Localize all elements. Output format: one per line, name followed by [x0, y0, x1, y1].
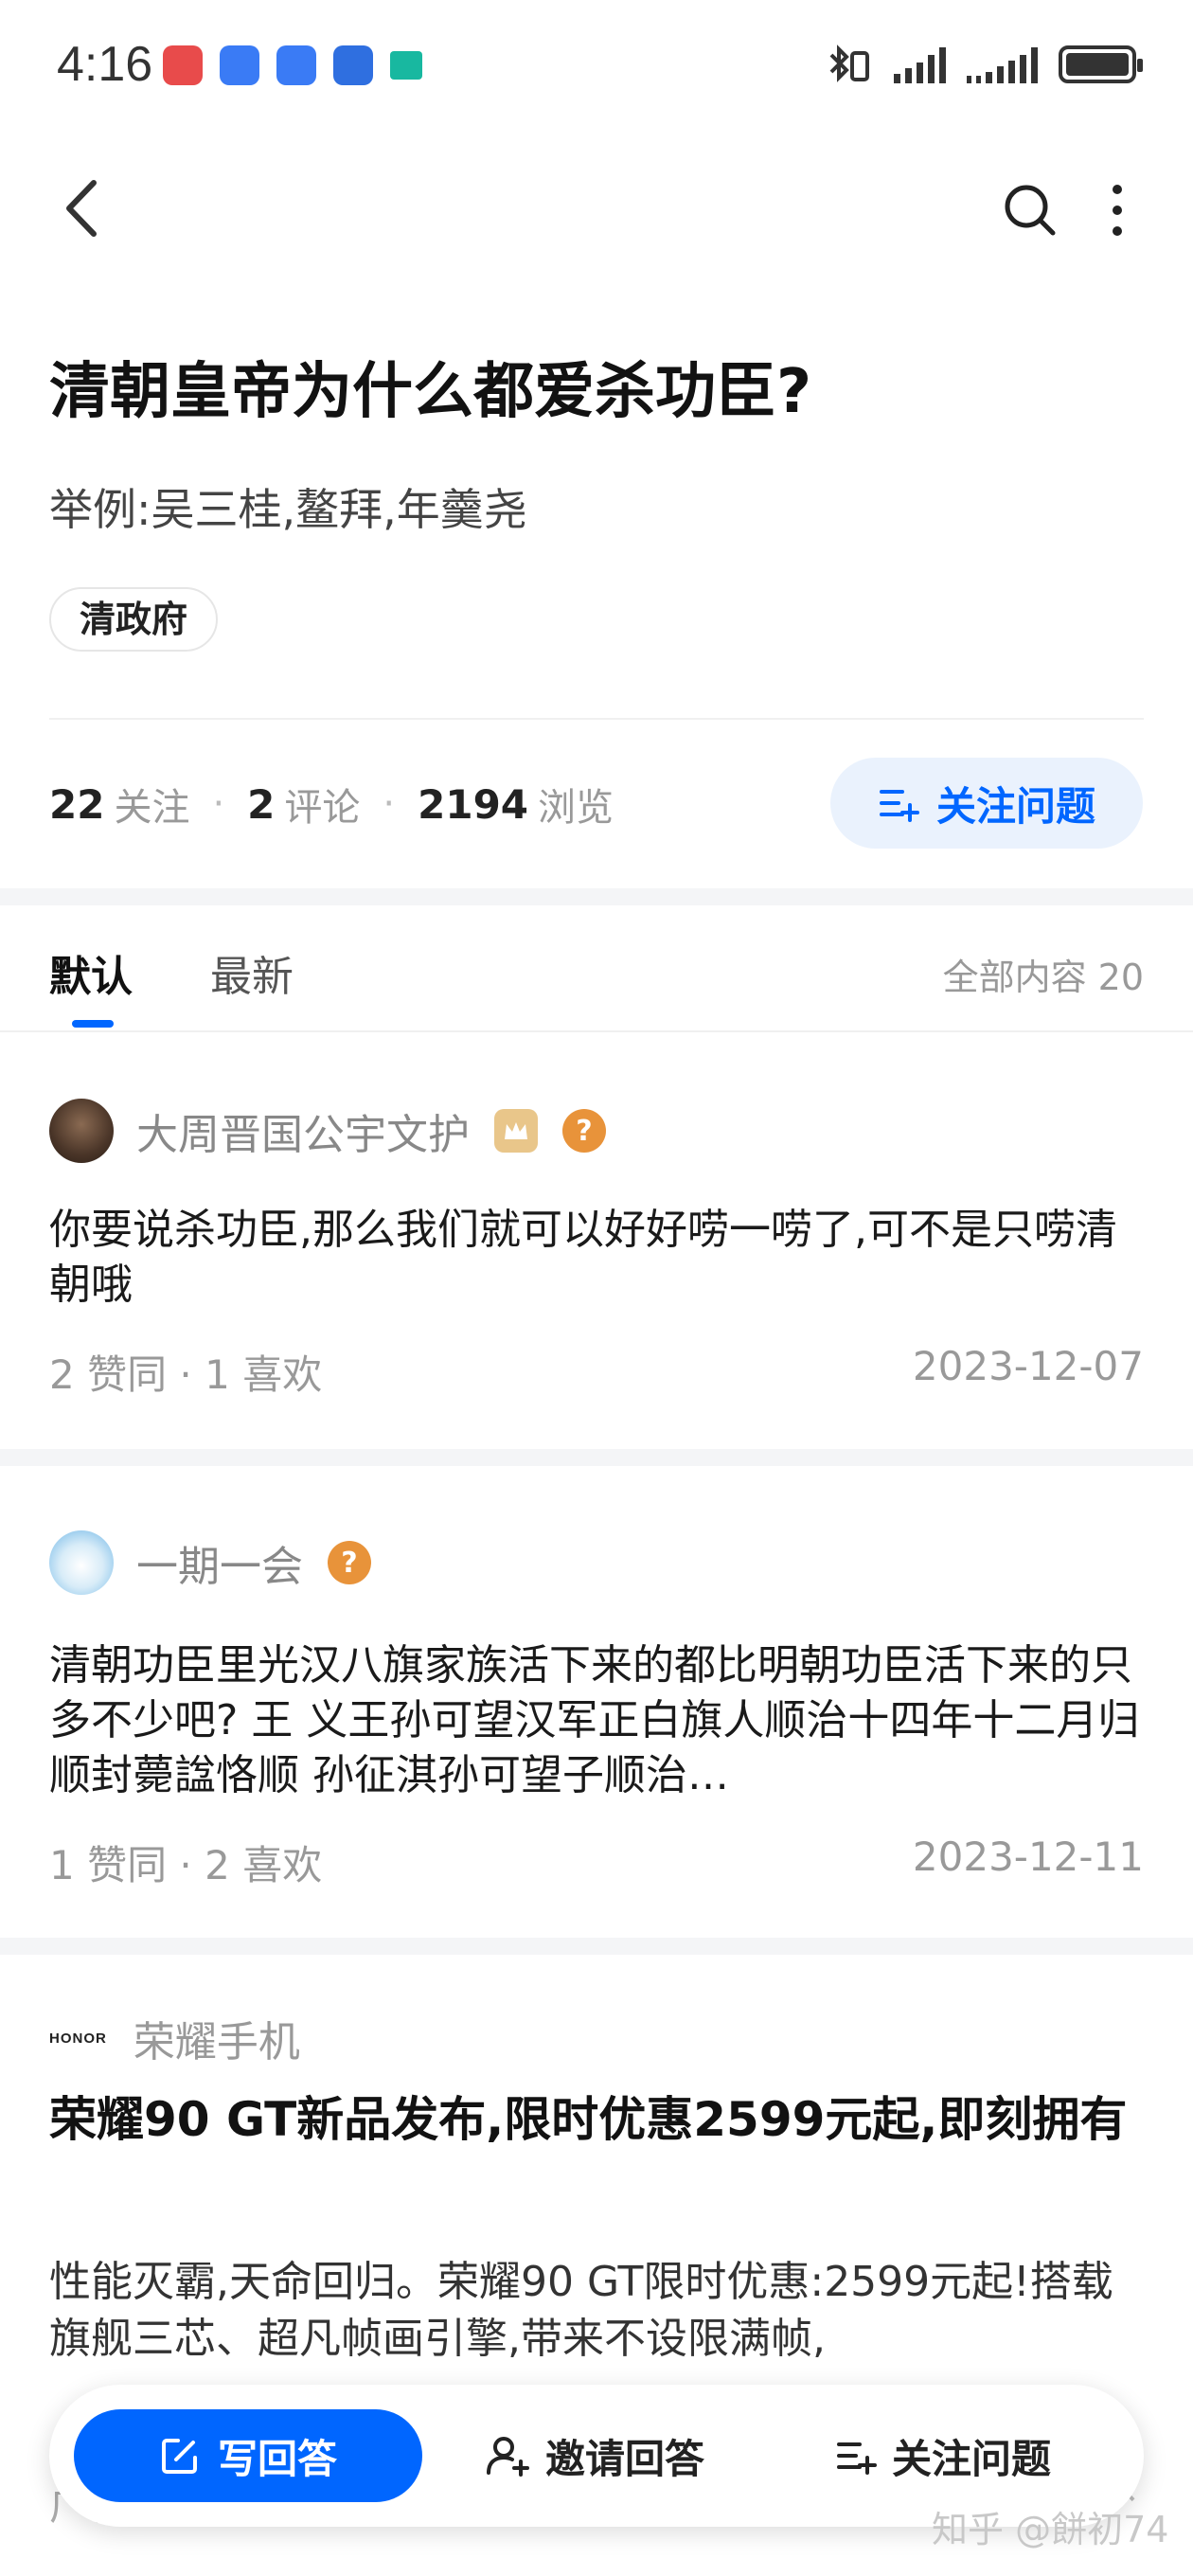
- views-label: 浏览: [538, 786, 614, 830]
- tab-default[interactable]: 默认: [49, 942, 133, 1003]
- flag-app-icon: [390, 51, 422, 80]
- avatar[interactable]: [49, 1530, 114, 1595]
- signal-icon: [894, 45, 946, 83]
- invite-answer-button[interactable]: 邀请回答: [485, 2409, 704, 2502]
- search-icon[interactable]: [1002, 182, 1059, 239]
- tab-latest[interactable]: 最新: [210, 942, 294, 1003]
- follow-list-icon: [879, 790, 919, 822]
- follow-question-label: 关注问题: [935, 782, 1095, 830]
- huawei-app-icon: [163, 45, 203, 85]
- watermark: 知乎 @餅初74: [932, 2509, 1169, 2550]
- author-row: 大周晋国公宇文护 ?: [49, 1099, 606, 1163]
- separator: ·: [212, 782, 225, 826]
- question-mark-badge-icon: ?: [328, 1541, 371, 1584]
- robot-app-icon: [333, 45, 373, 85]
- follow-question-bottom-label: 关注问题: [892, 2435, 1052, 2482]
- ad-title[interactable]: 荣耀90 GT新品发布,限时优惠2599元起,即刻拥有: [49, 2084, 1148, 2156]
- section-gap: [0, 888, 1193, 905]
- follow-question-button[interactable]: 关注问题: [830, 758, 1143, 849]
- tab-indicator: [72, 1020, 114, 1028]
- author-name[interactable]: 一期一会: [136, 1532, 303, 1593]
- section-gap: [0, 1449, 1193, 1466]
- followers-label: 关注: [114, 786, 190, 830]
- follow-question-bottom-button[interactable]: 关注问题: [835, 2409, 1051, 2502]
- author-name[interactable]: 大周晋国公宇文护: [136, 1100, 470, 1161]
- status-bar: 4:16: [0, 0, 1193, 133]
- honor-logo: HONOR: [49, 2030, 107, 2047]
- battery-icon: [1059, 45, 1143, 83]
- question-mark-badge-icon: ?: [562, 1109, 606, 1153]
- question-stats: 22 关注 · 2 评论 · 2194 浏览: [49, 777, 614, 832]
- voice-app-icon: [220, 45, 259, 85]
- notification-icons: [163, 45, 422, 85]
- answer-excerpt[interactable]: 你要说杀功臣,那么我们就可以好好唠一唠了,可不是只唠清朝哦: [49, 1203, 1144, 1315]
- top-navigation: [0, 161, 1193, 256]
- comments-label[interactable]: 评论: [284, 777, 360, 832]
- write-answer-label: 写回答: [217, 2435, 337, 2482]
- topic-tag[interactable]: 清政府: [49, 587, 219, 652]
- crown-badge-icon: [494, 1109, 538, 1153]
- status-time: 4:16: [57, 37, 153, 92]
- follow-list-icon: [837, 2442, 877, 2475]
- answer-excerpt[interactable]: 清朝功臣里光汉八旗家族活下来的都比明朝功臣活下来的只多不少吧? 王 义王孙可望汉…: [49, 1638, 1144, 1805]
- write-answer-button[interactable]: 写回答: [74, 2409, 422, 2502]
- answer-date: 2023-12-11: [912, 1834, 1144, 1880]
- ad-brand-name: 荣耀手机: [133, 2018, 300, 2066]
- answer-meta: 2 赞同 · 1 喜欢: [49, 1351, 323, 1398]
- invite-user-icon: [487, 2437, 529, 2477]
- edit-icon: [161, 2439, 197, 2474]
- avatar[interactable]: [49, 1099, 114, 1163]
- ad-brand-row[interactable]: HONOR 荣耀手机: [49, 2008, 300, 2068]
- views-count: 2194: [418, 780, 529, 828]
- question-detail: 举例:吴三桂,鳌拜,年羹尧: [49, 484, 527, 535]
- back-icon[interactable]: [52, 175, 118, 242]
- comments-count: 2: [247, 780, 276, 828]
- total-content-count: 全部内容 20: [942, 957, 1144, 998]
- answer-card[interactable]: 大周晋国公宇文护 ? 你要说杀功臣,那么我们就可以好好唠一唠了,可不是只唠清朝哦…: [0, 1034, 1193, 1441]
- answer-card[interactable]: 一期一会 ? 清朝功臣里光汉八旗家族活下来的都比明朝功臣活下来的只多不少吧? 王…: [0, 1466, 1193, 1930]
- separator: ·: [383, 782, 396, 826]
- system-indicators: [826, 44, 1143, 85]
- signal-icon-2: [967, 45, 1038, 83]
- assistant-app-icon: [276, 45, 316, 85]
- answer-date: 2023-12-07: [912, 1343, 1144, 1389]
- answer-tabs: 默认 最新 全部内容 20: [0, 904, 1193, 1032]
- invite-answer-label: 邀请回答: [545, 2435, 705, 2482]
- question-title: 清朝皇帝为什么都爱杀功臣?: [49, 357, 812, 427]
- more-options-icon[interactable]: [1098, 182, 1136, 239]
- bluetooth-icon: [829, 45, 869, 82]
- followers-count: 22: [49, 780, 105, 828]
- section-gap: [0, 1938, 1193, 1955]
- answer-meta: 1 赞同 · 2 喜欢: [49, 1842, 323, 1888]
- author-row: 一期一会 ?: [49, 1530, 371, 1595]
- divider: [49, 718, 1144, 720]
